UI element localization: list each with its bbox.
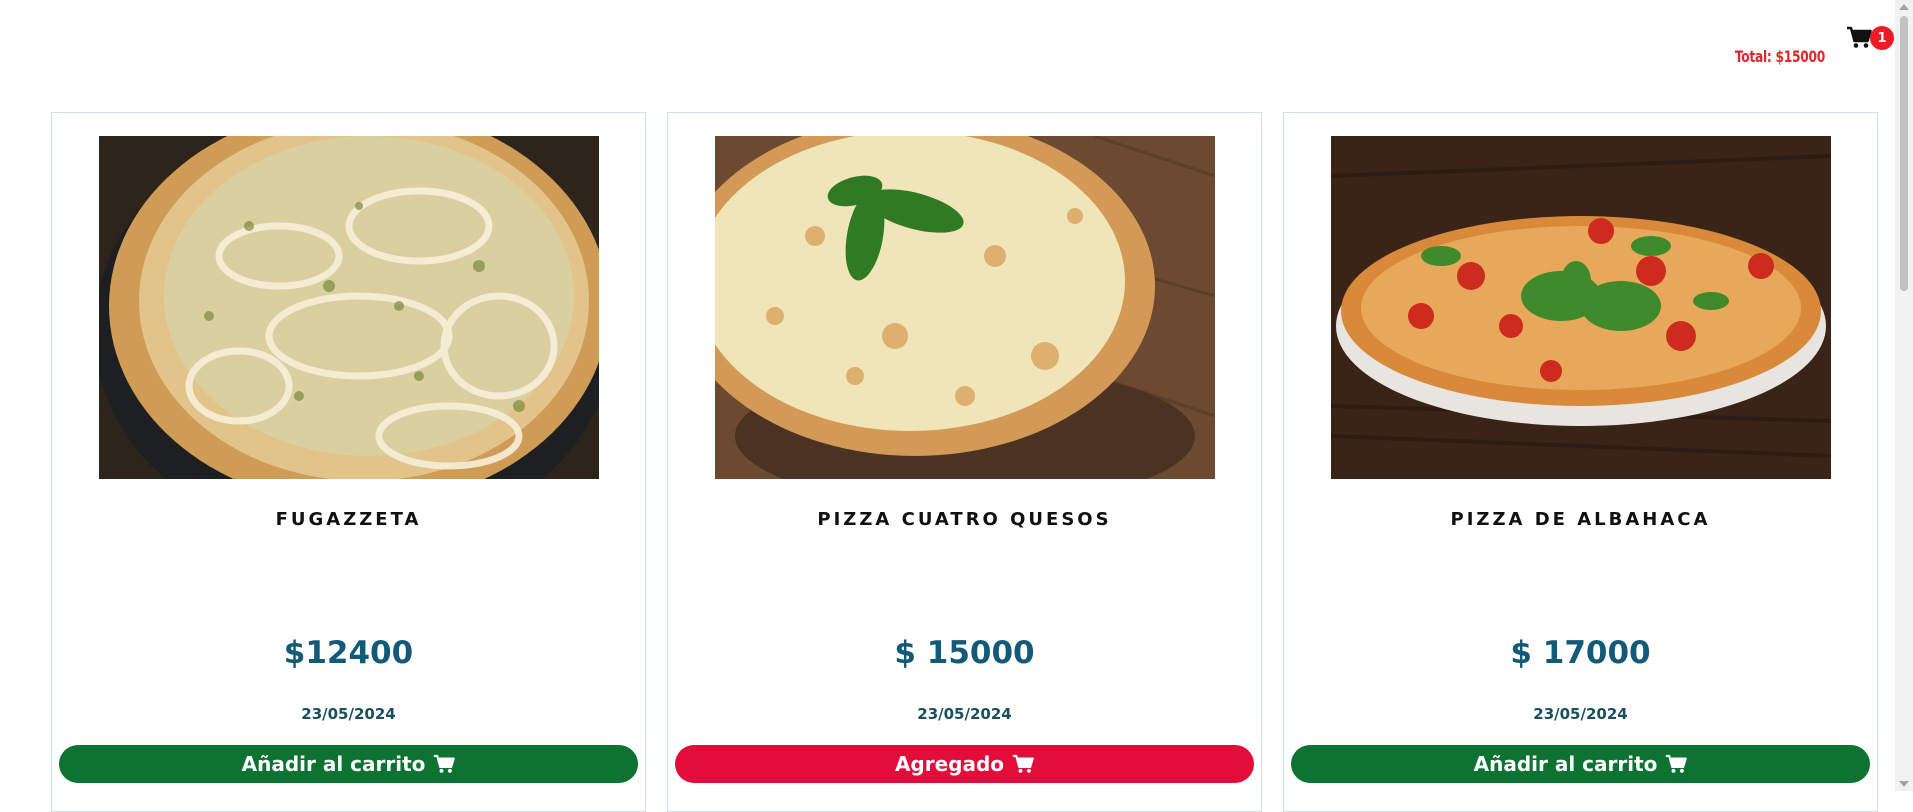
product-card: PIZZA DE ALBAHACA $ 17000 23/05/2024 Aña…: [1283, 112, 1878, 812]
button-label: Agregado: [894, 752, 1005, 776]
product-date: 23/05/2024: [917, 705, 1012, 723]
product-price: $ 15000: [894, 635, 1035, 671]
button-label: Añadir al carrito: [1473, 752, 1658, 776]
scroll-up-arrow-icon[interactable]: [1899, 4, 1909, 10]
product-date: 23/05/2024: [301, 705, 396, 723]
product-title: FUGAZZETA: [275, 509, 422, 530]
shopping-cart-icon: [1666, 754, 1688, 773]
cart-total: Total: $15000: [1734, 47, 1825, 66]
shopping-cart-icon: [1847, 26, 1872, 48]
button-label: Añadir al carrito: [241, 752, 426, 776]
product-price: $ 17000: [1510, 635, 1651, 671]
product-card: FUGAZZETA $12400 23/05/2024 Añadir al ca…: [51, 112, 646, 812]
header: 1 Total: $15000: [0, 0, 1895, 100]
cart-count-badge: 1: [1870, 26, 1894, 50]
product-card: PIZZA CUATRO QUESOS $ 15000 23/05/2024 A…: [667, 112, 1262, 812]
product-image: [1331, 136, 1831, 479]
shopping-cart-icon: [1012, 754, 1034, 773]
scroll-down-arrow-icon[interactable]: [1899, 781, 1909, 787]
shopping-cart-icon: [434, 754, 456, 773]
product-price: $12400: [283, 635, 414, 671]
vertical-scrollbar[interactable]: [1895, 0, 1913, 791]
product-image: [715, 136, 1215, 479]
added-to-cart-button[interactable]: Agregado: [675, 745, 1254, 783]
product-title: PIZZA DE ALBAHACA: [1450, 509, 1711, 530]
cart-button[interactable]: 1: [1846, 24, 1894, 54]
product-image: [99, 136, 599, 479]
product-date: 23/05/2024: [1533, 705, 1628, 723]
product-title: PIZZA CUATRO QUESOS: [817, 509, 1112, 530]
add-to-cart-button[interactable]: Añadir al carrito: [1291, 745, 1870, 783]
add-to-cart-button[interactable]: Añadir al carrito: [59, 745, 638, 783]
scrollbar-thumb[interactable]: [1900, 16, 1908, 291]
product-grid: FUGAZZETA $12400 23/05/2024 Añadir al ca…: [51, 112, 1878, 812]
